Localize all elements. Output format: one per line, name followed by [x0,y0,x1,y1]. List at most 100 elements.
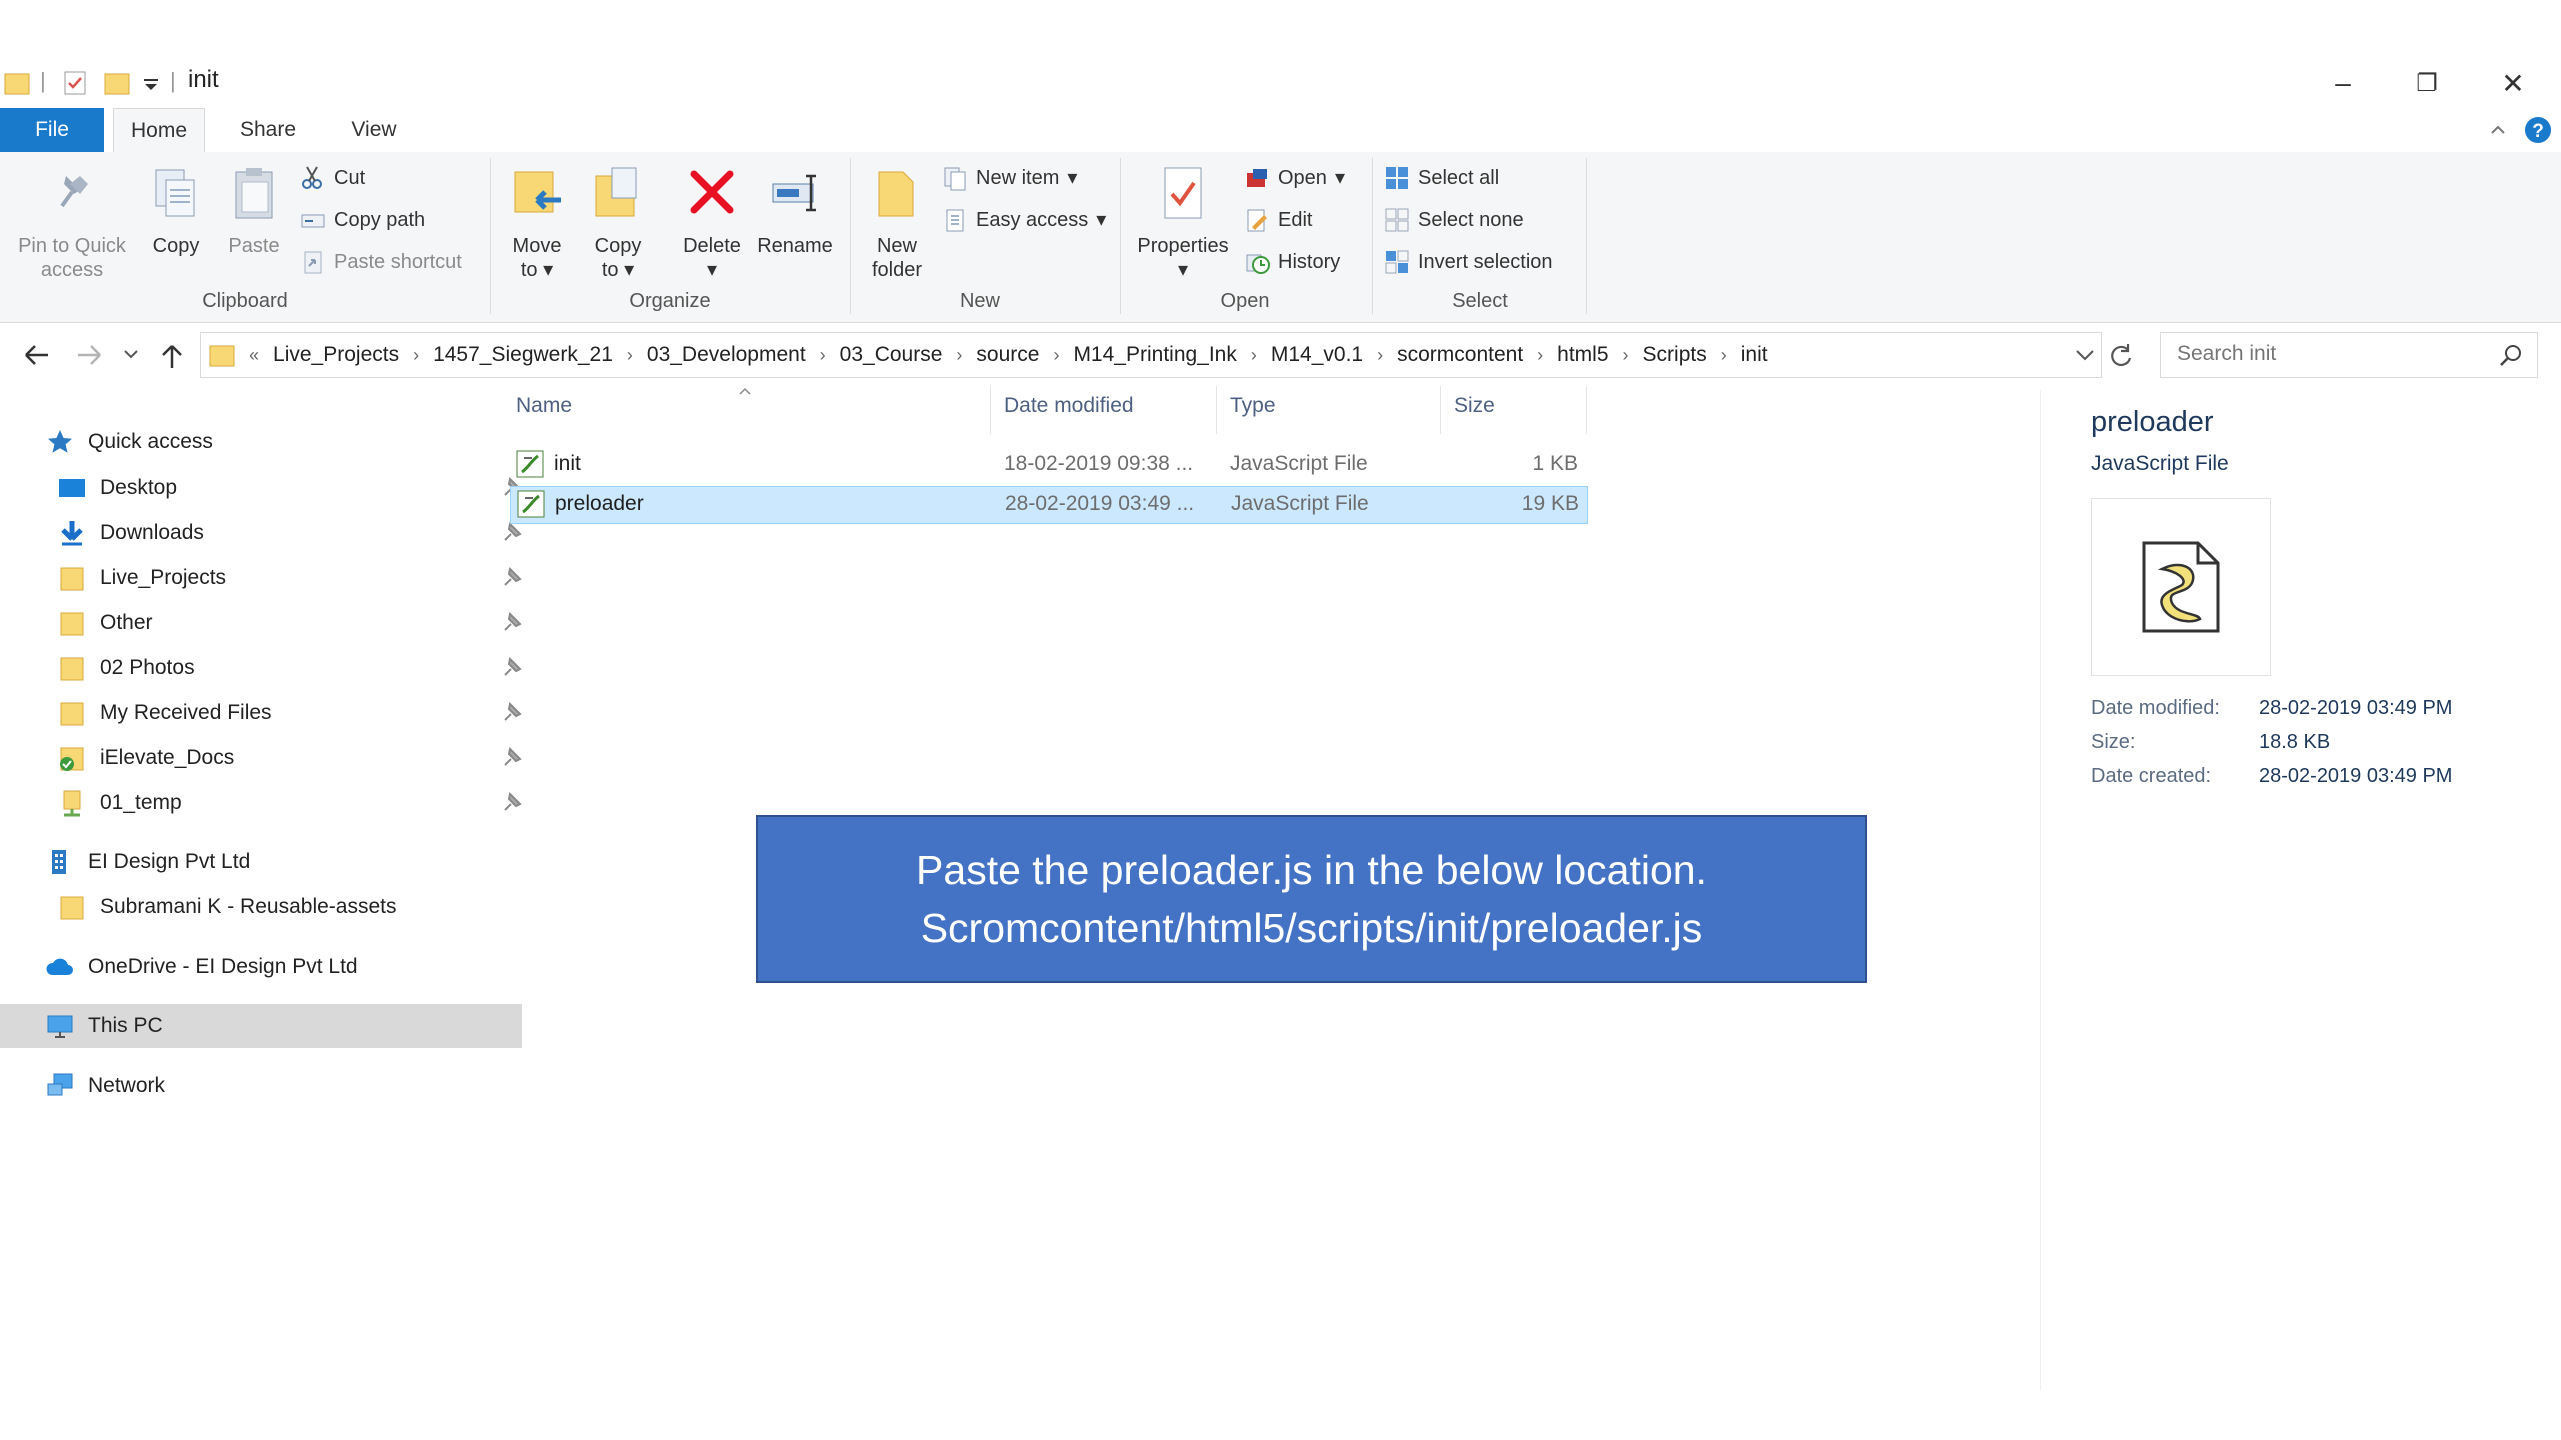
address-bar[interactable]: « Live_Projects › 1457_Siegwerk_21 › 03_De… [200,332,2102,378]
pin-label-2: access [40,259,104,281]
nav-other[interactable]: Other [0,601,534,645]
nav-live-projects[interactable]: Live_Projects [0,556,534,600]
table-row[interactable]: init 18-02-2019 09:38 ... JavaScript Fil… [510,446,1586,482]
new-folder-button[interactable]: New folder [862,164,932,282]
search-icon[interactable] [2499,343,2523,367]
nav-onedrive[interactable]: OneDrive - EI Design Pvt Ltd [0,945,522,989]
copy-button[interactable]: Copy [140,164,212,258]
tab-home[interactable]: Home [113,108,205,153]
rename-button[interactable]: Rename [752,164,838,258]
history-button[interactable]: History [1244,246,1340,278]
select-all-button[interactable]: Select all [1384,162,1499,194]
tab-share[interactable]: Share [228,108,308,152]
properties-button[interactable]: Properties ▾ [1130,164,1236,282]
chevron-right-icon[interactable]: › [1613,345,1639,366]
chevron-right-icon[interactable]: › [1241,345,1267,366]
customize-quick-access-icon[interactable] [142,78,160,92]
paste-label: Paste [228,235,280,257]
help-icon[interactable]: ? [2524,116,2552,144]
close-button[interactable]: ✕ [2473,58,2553,108]
new-item-button[interactable]: New item ▾ [942,162,1077,194]
breadcrumb-item[interactable]: 03_Course [836,343,947,367]
cloud-icon [46,958,73,975]
paste-shortcut-button[interactable]: Paste shortcut [300,246,462,278]
search-input[interactable] [2175,341,2479,367]
file-date: 18-02-2019 09:38 ... [1004,452,1194,475]
column-separator[interactable] [1440,386,1441,434]
open-group-label: Open [1220,290,1270,312]
breadcrumb-overflow[interactable]: « [235,345,269,366]
breadcrumb-item[interactable]: 1457_Siegwerk_21 [429,343,617,367]
breadcrumb-item[interactable]: source [972,343,1043,367]
breadcrumb-item[interactable]: html5 [1553,343,1612,367]
nav-ielevate-docs[interactable]: iElevate_Docs [0,736,534,780]
breadcrumb-item[interactable]: M14_Printing_Ink [1069,343,1240,367]
column-separator[interactable] [1586,386,1587,434]
breadcrumb-item[interactable]: M14_v0.1 [1267,343,1367,367]
nav-this-pc[interactable]: This PC [0,1004,522,1048]
tab-view[interactable]: View [336,108,412,152]
nav-label: iElevate_Docs [100,746,235,769]
properties-quick-icon[interactable] [62,70,88,96]
back-arrow-icon[interactable] [20,342,52,368]
cut-button[interactable]: Cut [300,162,365,194]
dropdown-arrow: ▾ [1334,167,1345,189]
column-header-date[interactable]: Date modified [1004,394,1134,418]
select-none-button[interactable]: Select none [1384,204,1524,236]
forward-arrow-icon[interactable] [74,342,106,368]
chevron-right-icon[interactable]: › [1367,345,1393,366]
copy-path-button[interactable]: Copy path [300,204,425,236]
easy-access-button[interactable]: Easy access ▾ [942,204,1106,236]
copy-to-button[interactable]: Copy to ▾ [582,164,654,282]
minimize-button[interactable]: – [2303,58,2383,108]
up-arrow-icon[interactable] [158,340,186,370]
restore-button[interactable]: ❐ [2387,58,2467,108]
recent-locations-icon[interactable] [122,348,140,362]
new-folder-quick-icon[interactable] [104,70,130,96]
nav-desktop[interactable]: Desktop [0,466,534,510]
breadcrumb-item[interactable]: scormcontent [1393,343,1527,367]
folder-icon [60,612,84,636]
details-prop-value: 28-02-2019 03:49 PM [2259,765,2453,787]
collapse-ribbon-icon[interactable] [2488,120,2508,140]
refresh-icon[interactable] [2108,342,2134,368]
pin-to-quick-access-button[interactable]: Pin to Quick access [8,164,136,282]
nav-ei-design[interactable]: EI Design Pvt Ltd [0,840,522,884]
chevron-right-icon[interactable]: › [946,345,972,366]
column-separator[interactable] [1216,386,1217,434]
invert-selection-button[interactable]: Invert selection [1384,246,1553,278]
chevron-right-icon[interactable]: › [810,345,836,366]
chevron-right-icon[interactable]: › [1043,345,1069,366]
paste-button[interactable]: Paste [218,164,290,258]
breadcrumb-item[interactable]: init [1737,343,1772,367]
column-header-size[interactable]: Size [1454,394,1495,418]
edit-button[interactable]: Edit [1244,204,1312,236]
breadcrumb-item[interactable]: 03_Development [643,343,810,367]
delete-button[interactable]: Delete ▾ [672,164,752,282]
address-dropdown-icon[interactable] [2074,348,2096,364]
nav-downloads[interactable]: Downloads [0,511,534,555]
paste-shortcut-label: Paste shortcut [334,251,462,273]
nav-network[interactable]: Network [0,1064,522,1108]
breadcrumb-item[interactable]: Scripts [1639,343,1711,367]
chevron-right-icon[interactable]: › [617,345,643,366]
move-to-button[interactable]: Move to ▾ [502,164,572,282]
details-prop-value: 18.8 KB [2259,731,2331,753]
move-to-label-2: to [520,259,538,281]
column-header-name[interactable]: Name [516,394,572,418]
nav-my-received-files[interactable]: My Received Files [0,691,534,735]
nav-reusable-assets[interactable]: Subramani K - Reusable-assets [0,885,534,929]
breadcrumb-item[interactable]: Live_Projects [269,343,403,367]
table-row-selected[interactable]: preloader 28-02-2019 03:49 ... JavaScrip… [510,486,1588,524]
nav-01-temp[interactable]: 01_temp [0,781,534,825]
chevron-right-icon[interactable]: › [403,345,429,366]
search-box[interactable] [2160,332,2538,378]
column-header-type[interactable]: Type [1230,394,1276,418]
nav-quick-access[interactable]: Quick access [0,420,522,464]
open-button[interactable]: Open ▾ [1244,162,1345,194]
chevron-right-icon[interactable]: › [1527,345,1553,366]
chevron-right-icon[interactable]: › [1711,345,1737,366]
tab-file[interactable]: File [0,108,104,152]
nav-02-photos[interactable]: 02 Photos [0,646,534,690]
column-separator[interactable] [990,386,991,434]
